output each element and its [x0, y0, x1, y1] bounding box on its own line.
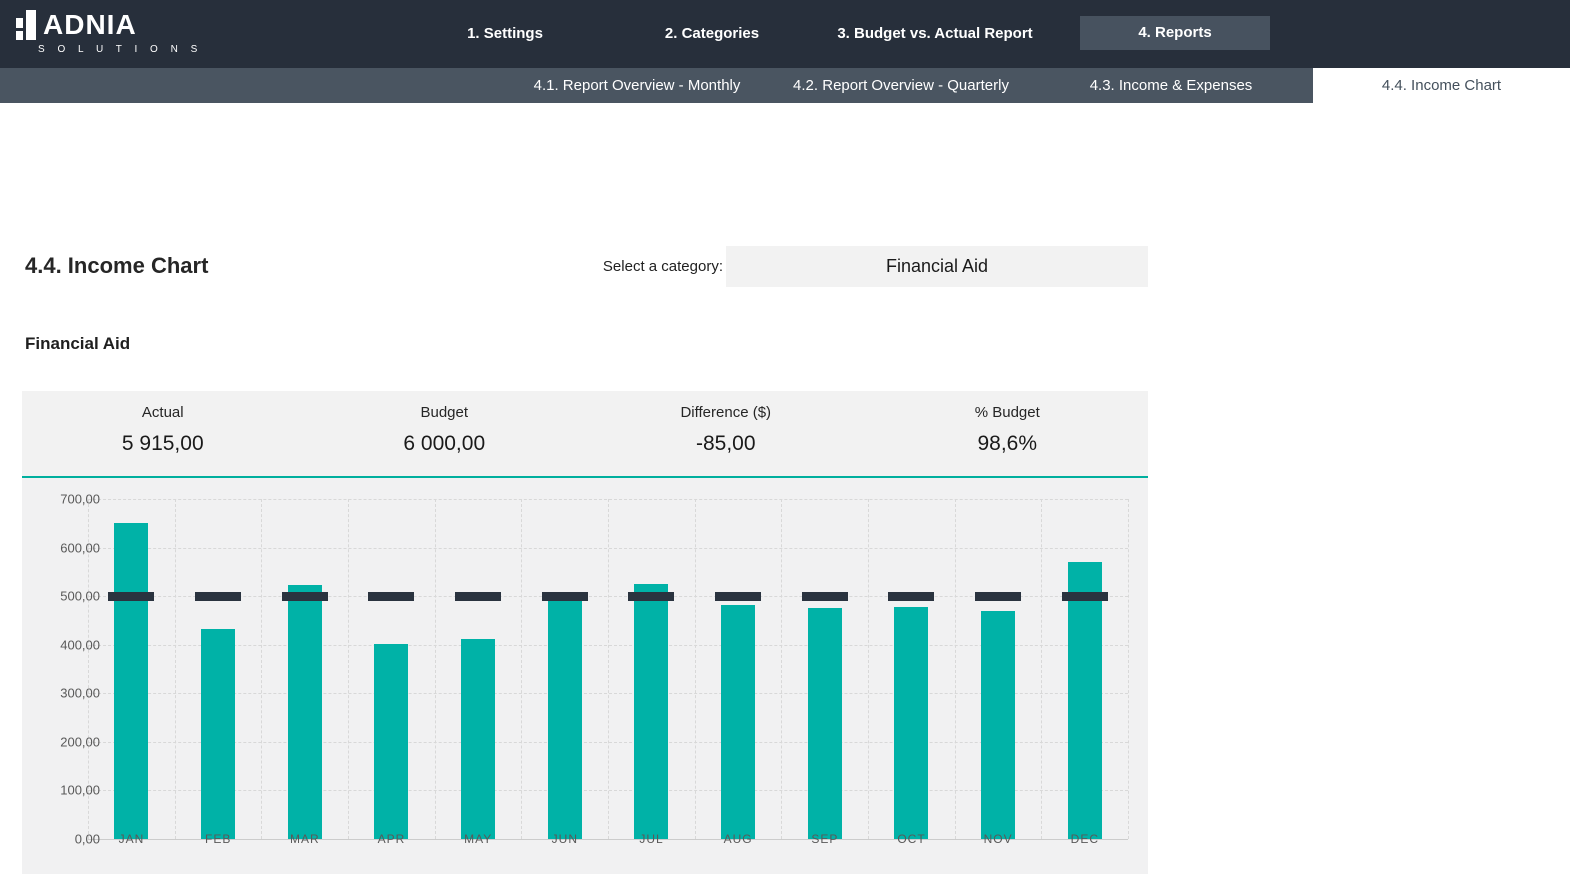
stat-value: -85,00: [585, 432, 867, 456]
actual-bar-aug: [721, 605, 755, 839]
y-axis-tick-label: 700,00: [30, 492, 100, 507]
page-title: 4.4. Income Chart: [25, 253, 208, 279]
actual-bar-jan: [114, 523, 148, 839]
y-axis-tick-label: 400,00: [30, 637, 100, 652]
top-navbar: ADNIA S O L U T I O N S 1. Settings 2. C…: [0, 0, 1570, 68]
v-gridline: [1128, 499, 1129, 839]
x-axis-month-label: MAY: [435, 832, 522, 846]
budget-tick-jul: [628, 592, 674, 601]
actual-bar-dec: [1068, 562, 1102, 839]
stat-label: Actual: [22, 404, 304, 421]
v-gridline: [175, 499, 176, 839]
x-axis-month-label: SEP: [781, 832, 868, 846]
budget-tick-sep: [802, 592, 848, 601]
brand-logo: ADNIA S O L U T I O N S: [16, 10, 202, 55]
stat-label: Difference ($): [585, 404, 867, 421]
subtab-income-chart-active[interactable]: 4.4. Income Chart: [1313, 68, 1570, 103]
brand-tagline: S O L U T I O N S: [38, 44, 202, 55]
x-axis-month-label: JUN: [521, 832, 608, 846]
budget-tick-apr: [368, 592, 414, 601]
report-panel: Actual 5 915,00 Budget 6 000,00 Differen…: [22, 391, 1148, 874]
v-gridline: [261, 499, 262, 839]
actual-bar-jun: [548, 598, 582, 839]
actual-bar-mar: [288, 585, 322, 839]
v-gridline: [955, 499, 956, 839]
budget-tick-may: [455, 592, 501, 601]
tab-settings[interactable]: 1. Settings: [405, 0, 605, 68]
tab-reports-active[interactable]: 4. Reports: [1080, 16, 1270, 50]
main-content: 4.4. Income Chart Select a category: Fin…: [0, 103, 1570, 890]
chart-section-title: Financial Aid: [25, 334, 130, 354]
stat-value: 98,6%: [867, 432, 1149, 456]
subtab-report-overview-monthly[interactable]: 4.1. Report Overview - Monthly: [487, 68, 787, 103]
v-gridline: [695, 499, 696, 839]
budget-tick-jun: [542, 592, 588, 601]
tab-categories[interactable]: 2. Categories: [612, 0, 812, 68]
stat-budget: Budget 6 000,00: [304, 391, 586, 476]
sub-navbar: 4.1. Report Overview - Monthly 4.2. Repo…: [0, 68, 1570, 103]
stat-value: 5 915,00: [22, 432, 304, 456]
v-gridline: [868, 499, 869, 839]
v-gridline: [348, 499, 349, 839]
stat-difference: Difference ($) -85,00: [585, 391, 867, 476]
x-axis-month-label: OCT: [868, 832, 955, 846]
category-select-label: Select a category:: [523, 258, 723, 275]
budget-tick-jan: [108, 592, 154, 601]
x-axis-month-label: MAR: [261, 832, 348, 846]
stat-label: Budget: [304, 404, 586, 421]
actual-bar-feb: [201, 629, 235, 839]
summary-row: Actual 5 915,00 Budget 6 000,00 Differen…: [22, 391, 1148, 478]
v-gridline: [608, 499, 609, 839]
budget-tick-oct: [888, 592, 934, 601]
bar-chart-logo-icon: [16, 10, 36, 40]
stat-percent-budget: % Budget 98,6%: [867, 391, 1149, 476]
subtab-income-expenses[interactable]: 4.3. Income & Expenses: [1021, 68, 1321, 103]
y-axis-tick-label: 500,00: [30, 589, 100, 604]
tab-budget-vs-actual-report[interactable]: 3. Budget vs. Actual Report: [800, 0, 1070, 68]
y-axis-tick-label: 200,00: [30, 734, 100, 749]
actual-bar-sep: [808, 608, 842, 839]
x-axis-month-label: JUL: [608, 832, 695, 846]
budget-tick-nov: [975, 592, 1021, 601]
actual-bar-apr: [374, 644, 408, 839]
budget-tick-aug: [715, 592, 761, 601]
x-axis-month-label: NOV: [955, 832, 1042, 846]
v-gridline: [781, 499, 782, 839]
stat-label: % Budget: [867, 404, 1149, 421]
v-gridline: [521, 499, 522, 839]
brand-name: ADNIA: [43, 10, 137, 40]
actual-bar-may: [461, 639, 495, 839]
category-select-dropdown[interactable]: Financial Aid: [726, 246, 1148, 287]
budget-tick-mar: [282, 592, 328, 601]
x-axis-month-label: FEB: [175, 832, 262, 846]
actual-bar-oct: [894, 607, 928, 839]
y-axis-tick-label: 600,00: [30, 540, 100, 555]
actual-bar-jul: [634, 584, 668, 839]
v-gridline: [1041, 499, 1042, 839]
y-axis-tick-label: 100,00: [30, 783, 100, 798]
subtab-report-overview-quarterly[interactable]: 4.2. Report Overview - Quarterly: [751, 68, 1051, 103]
stat-value: 6 000,00: [304, 432, 586, 456]
budget-tick-feb: [195, 592, 241, 601]
y-axis-tick-label: 300,00: [30, 686, 100, 701]
budget-tick-dec: [1062, 592, 1108, 601]
plot-area: [88, 499, 1128, 839]
x-axis-month-label: JAN: [88, 832, 175, 846]
x-axis-month-label: APR: [348, 832, 435, 846]
income-bar-chart: 0,00100,00200,00300,00400,00500,00600,00…: [22, 478, 1148, 874]
x-axis-month-label: DEC: [1041, 832, 1128, 846]
x-axis-month-label: AUG: [695, 832, 782, 846]
v-gridline: [435, 499, 436, 839]
actual-bar-nov: [981, 611, 1015, 839]
stat-actual: Actual 5 915,00: [22, 391, 304, 476]
